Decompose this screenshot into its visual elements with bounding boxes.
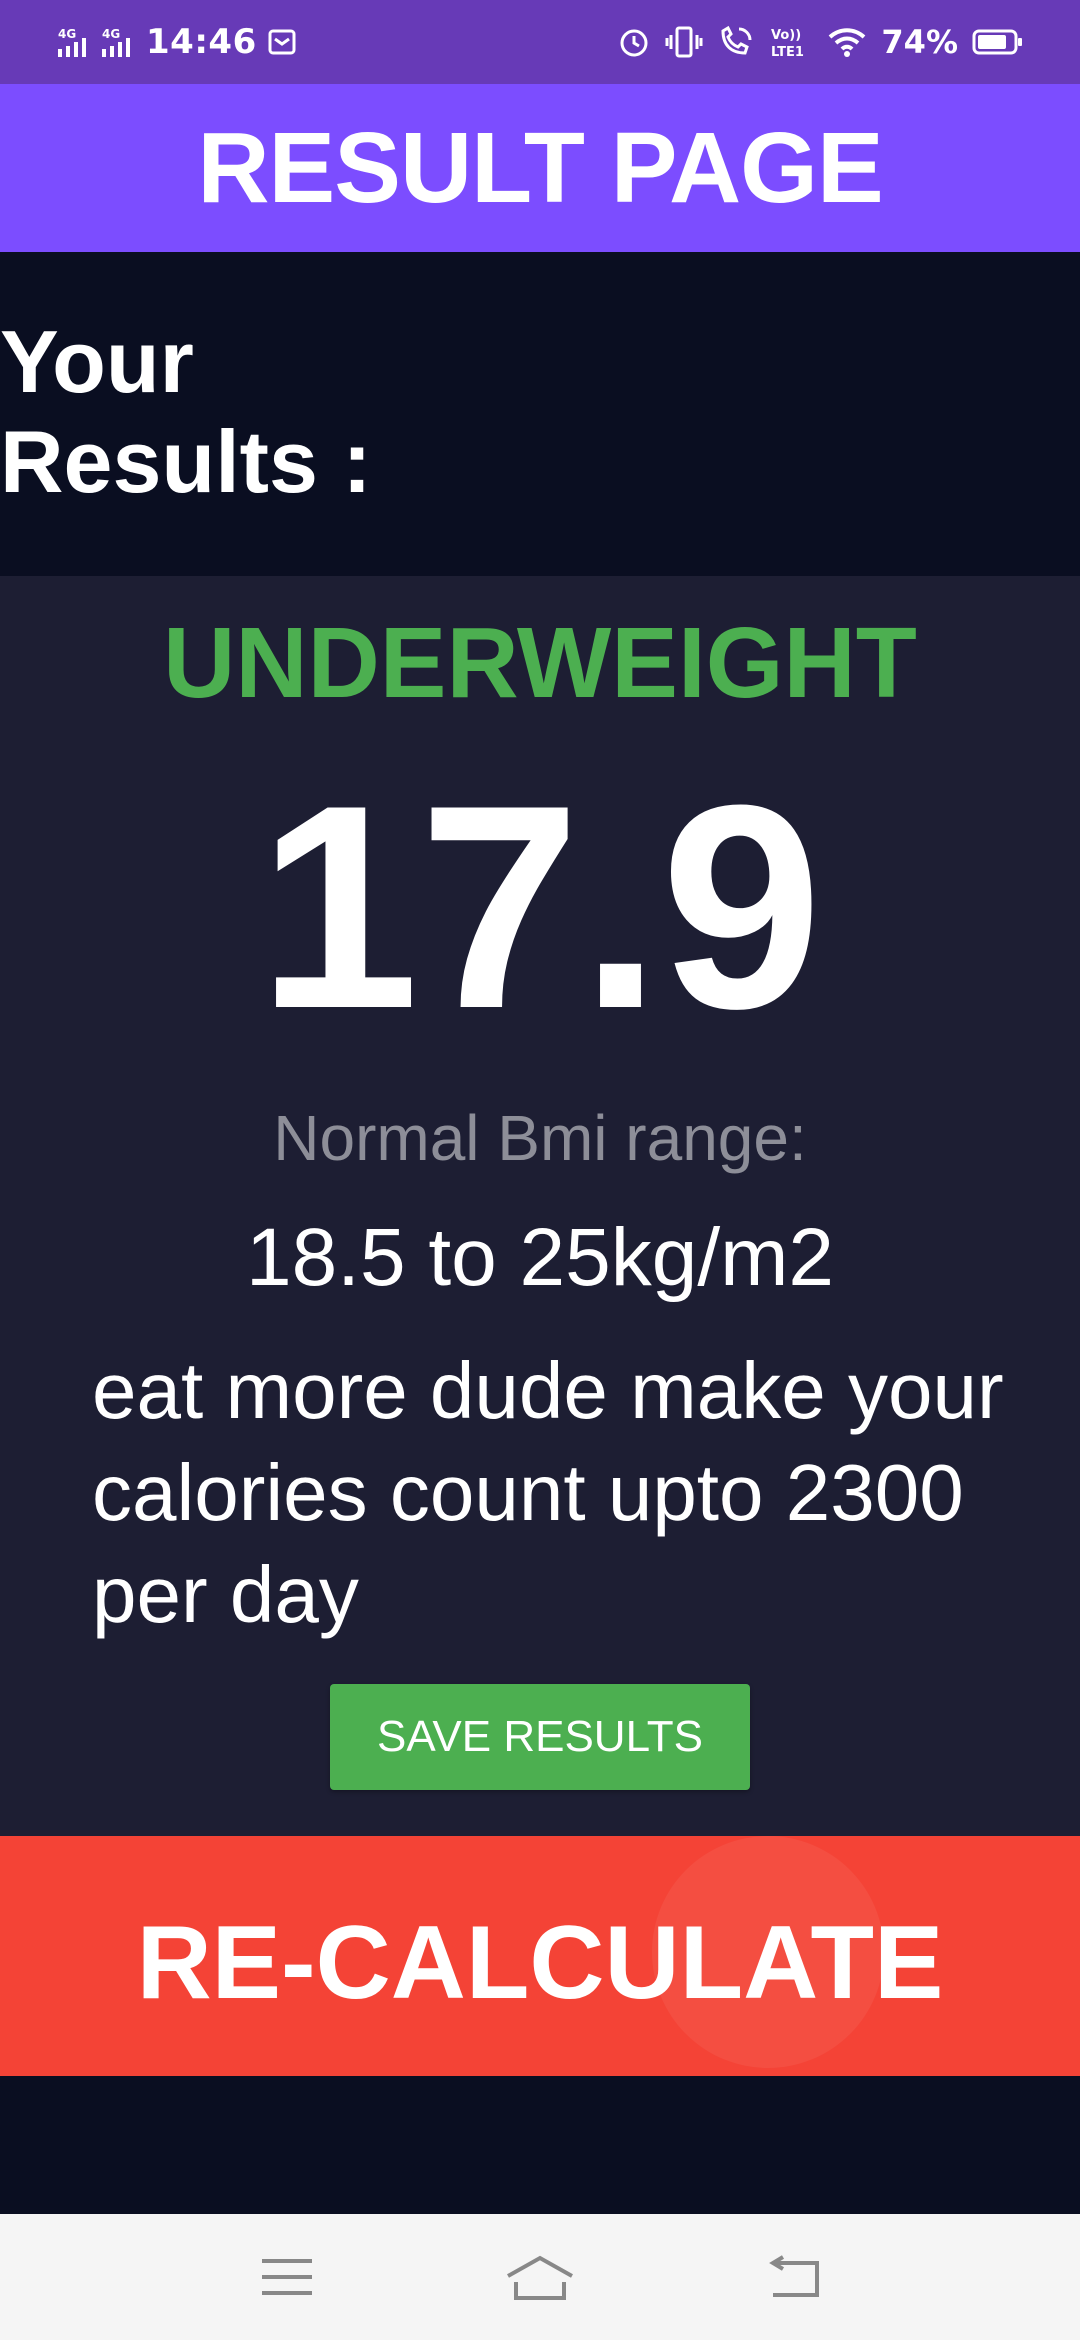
svg-text:Vo)): Vo)) bbox=[771, 28, 801, 43]
wifi-calling-icon bbox=[717, 25, 755, 59]
app-bar: RESULT PAGE bbox=[0, 84, 1080, 252]
status-time: 14:46 bbox=[146, 22, 257, 62]
save-results-button[interactable]: SAVE RESULTS bbox=[330, 1684, 750, 1790]
svg-text:4G: 4G bbox=[102, 27, 120, 41]
normal-range-label: Normal Bmi range: bbox=[273, 1102, 807, 1174]
home-icon[interactable] bbox=[490, 2227, 590, 2327]
svg-text:4G: 4G bbox=[58, 27, 76, 41]
signal-icon: 4G bbox=[102, 27, 136, 57]
status-bar-right: Vo)) LTE1 74% bbox=[617, 23, 1024, 61]
battery-percent: 74% bbox=[881, 23, 958, 61]
alarm-icon bbox=[617, 25, 651, 59]
recalculate-button[interactable]: RE-CALCULATE bbox=[0, 1836, 1080, 2076]
recalculate-label: RE-CALCULATE bbox=[136, 1904, 944, 2021]
bmi-value: 17.9 bbox=[257, 745, 823, 1069]
signal-icon: 4G bbox=[58, 27, 92, 57]
status-bar-left: 4G 4G 14:46 bbox=[58, 22, 297, 62]
battery-icon bbox=[972, 27, 1024, 57]
vibrate-icon bbox=[665, 25, 703, 59]
volte-icon: Vo)) LTE1 bbox=[769, 25, 813, 59]
mail-icon bbox=[267, 27, 297, 57]
svg-text:LTE1: LTE1 bbox=[771, 45, 804, 59]
page-title: RESULT PAGE bbox=[197, 111, 883, 224]
wifi-icon bbox=[827, 25, 867, 59]
navigation-bar bbox=[0, 2214, 1080, 2340]
status-bar: 4G 4G 14:46 Vo)) LTE1 74% bbox=[0, 0, 1080, 84]
normal-range-value: 18.5 to 25kg/m2 bbox=[245, 1212, 835, 1303]
menu-icon[interactable] bbox=[237, 2227, 337, 2327]
advice-text: eat more dude make your calories count u… bbox=[92, 1346, 1004, 1639]
back-icon[interactable] bbox=[743, 2227, 843, 2327]
bmi-status: UNDERWEIGHT bbox=[163, 607, 917, 719]
results-heading: Your Results : bbox=[0, 312, 372, 511]
